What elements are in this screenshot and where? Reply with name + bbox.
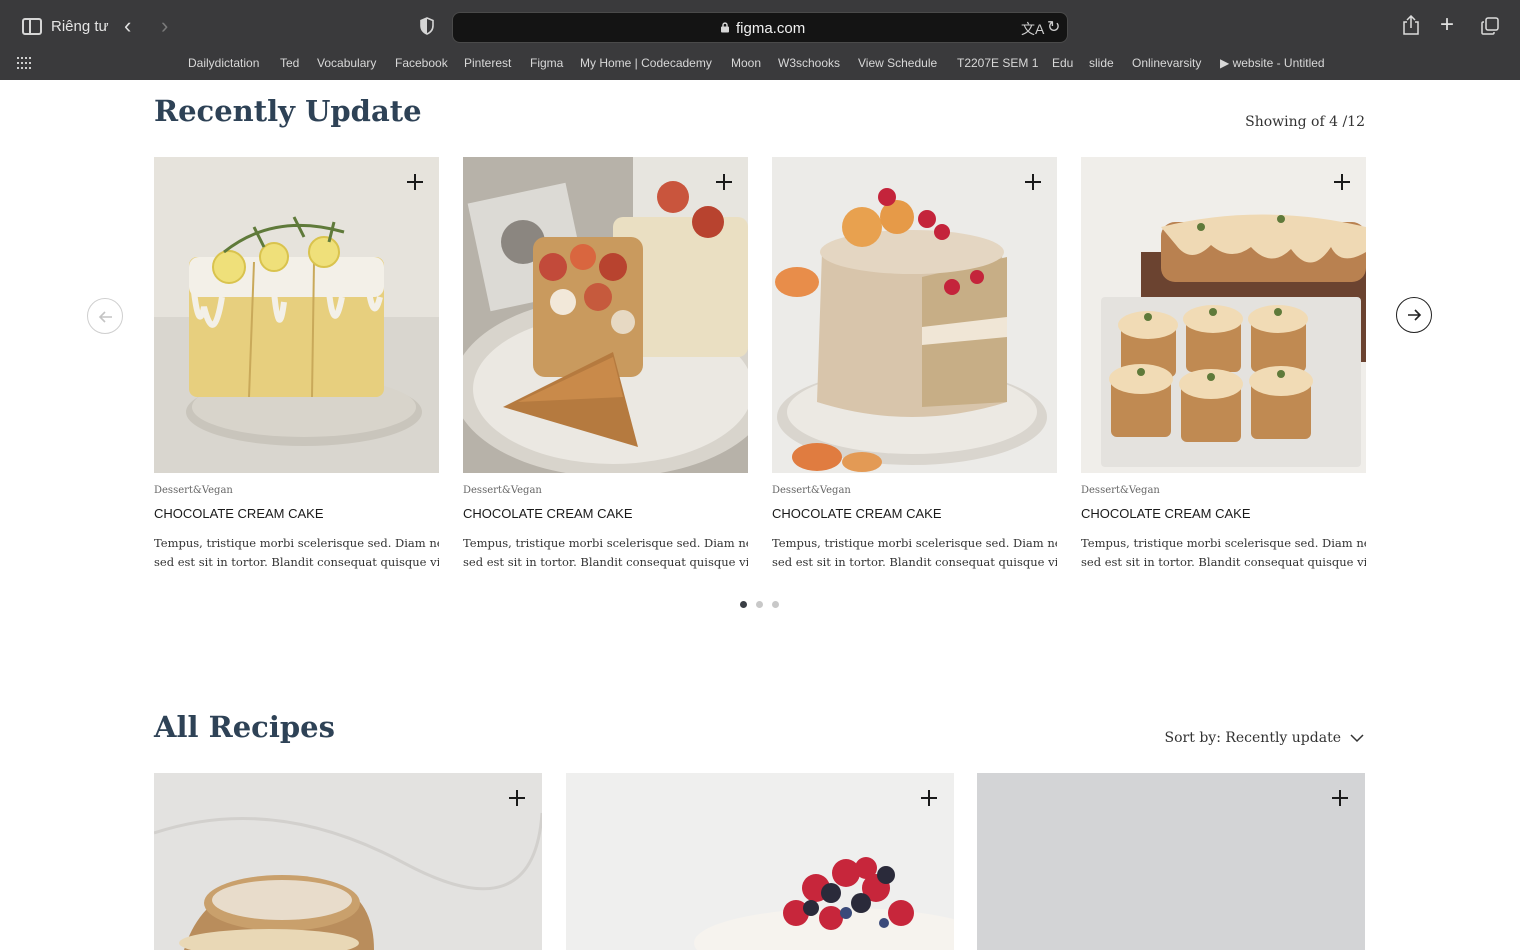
glazed-loaf-image bbox=[1081, 157, 1366, 473]
recipe-tile[interactable] bbox=[566, 773, 954, 950]
bookmark-item[interactable]: T2207E SEM 1 bbox=[957, 56, 1038, 70]
card-description: Tempus, tristique morbi scelerisque sed.… bbox=[1081, 536, 1366, 569]
plus-icon[interactable] bbox=[1332, 172, 1352, 192]
sidebar-icon[interactable] bbox=[22, 18, 42, 35]
pagination-dot[interactable] bbox=[772, 601, 779, 608]
forward-icon[interactable]: › bbox=[161, 14, 168, 38]
card-image[interactable] bbox=[154, 157, 439, 473]
bookmark-item[interactable]: Pinterest bbox=[464, 56, 511, 70]
card-title[interactable]: CHOCOLATE CREAM CAKE bbox=[463, 506, 633, 521]
shield-icon[interactable] bbox=[420, 17, 434, 35]
card-category: Dessert&Vegan bbox=[1081, 485, 1160, 496]
recipe-tile[interactable] bbox=[977, 773, 1365, 950]
card-image[interactable] bbox=[772, 157, 1057, 473]
card-image[interactable] bbox=[1081, 157, 1366, 473]
browser-toolbar: Riêng tư ‹ › figma.com 文A ↻ + bbox=[0, 0, 1520, 52]
arrow-right-icon bbox=[1408, 309, 1422, 321]
arrow-left-icon bbox=[98, 311, 112, 323]
all-recipes-heading: All Recipes bbox=[154, 710, 335, 744]
bookmark-item[interactable]: View Schedule bbox=[858, 56, 937, 70]
plus-icon[interactable] bbox=[919, 788, 939, 808]
share-icon[interactable] bbox=[1402, 15, 1420, 35]
url-text: figma.com bbox=[736, 20, 806, 37]
new-tab-icon[interactable]: + bbox=[1440, 12, 1454, 38]
carousel-pagination bbox=[740, 601, 790, 609]
bookmark-item[interactable]: Vocabulary bbox=[317, 56, 376, 70]
bookmark-item[interactable]: slide bbox=[1089, 56, 1114, 70]
bookmark-item[interactable]: Ted bbox=[280, 56, 299, 70]
plus-icon[interactable] bbox=[1330, 788, 1350, 808]
carousel-next-button[interactable] bbox=[1396, 297, 1432, 333]
bookmark-item[interactable]: Moon bbox=[731, 56, 761, 70]
private-label[interactable]: Riêng tư bbox=[51, 18, 109, 35]
recipe-tile[interactable] bbox=[154, 773, 542, 950]
card-description: Tempus, tristique morbi scelerisque sed.… bbox=[463, 536, 748, 569]
bookmark-item[interactable]: Figma bbox=[530, 56, 563, 70]
bookmark-item[interactable]: Edu bbox=[1052, 56, 1073, 70]
card-category: Dessert&Vegan bbox=[772, 485, 851, 496]
pagination-dot[interactable] bbox=[756, 601, 763, 608]
card-description: Tempus, tristique morbi scelerisque sed.… bbox=[772, 536, 1057, 569]
recently-update-heading: Recently Update bbox=[154, 94, 422, 128]
pagination-dot[interactable] bbox=[740, 601, 747, 608]
plus-icon[interactable] bbox=[507, 788, 527, 808]
berry-pavlova-image bbox=[566, 773, 954, 950]
back-icon[interactable]: ‹ bbox=[124, 14, 131, 38]
lemon-cake-image bbox=[154, 157, 439, 473]
card-category: Dessert&Vegan bbox=[154, 485, 233, 496]
bookmark-item[interactable]: ▶ website - Untitled bbox=[1220, 56, 1325, 70]
card-title[interactable]: CHOCOLATE CREAM CAKE bbox=[772, 506, 942, 521]
carousel-prev-button[interactable] bbox=[87, 298, 123, 334]
card-title[interactable]: CHOCOLATE CREAM CAKE bbox=[154, 506, 324, 521]
lock-icon bbox=[721, 22, 729, 33]
card-category: Dessert&Vegan bbox=[463, 485, 542, 496]
address-bar[interactable]: figma.com 文A ↻ bbox=[452, 12, 1068, 43]
bookmark-item[interactable]: Facebook bbox=[395, 56, 448, 70]
peach-cake-image bbox=[772, 157, 1057, 473]
tabs-overview-icon[interactable] bbox=[1481, 17, 1499, 35]
plus-icon[interactable] bbox=[405, 172, 425, 192]
apps-grid-icon[interactable] bbox=[17, 57, 31, 69]
reload-icon[interactable]: ↻ bbox=[1047, 17, 1060, 37]
browser-chrome: Riêng tư ‹ › figma.com 文A ↻ + Dailydicta… bbox=[0, 0, 1520, 80]
bookmark-item[interactable]: W3schooks bbox=[778, 56, 840, 70]
plus-icon[interactable] bbox=[714, 172, 734, 192]
showing-count: Showing of 4 /12 bbox=[1245, 114, 1365, 130]
card-image[interactable] bbox=[463, 157, 748, 473]
sort-dropdown[interactable]: Sort by: Recently update bbox=[1140, 730, 1365, 746]
cream-puff-image bbox=[154, 773, 542, 950]
bookmark-item[interactable]: My Home | Codecademy bbox=[580, 56, 712, 70]
translate-icon[interactable]: 文A bbox=[1021, 19, 1044, 39]
bookmark-item[interactable]: Dailydictation bbox=[188, 56, 259, 70]
grey-dessert-image bbox=[977, 773, 1365, 950]
card-title[interactable]: CHOCOLATE CREAM CAKE bbox=[1081, 506, 1251, 521]
bookmarks-bar: Dailydictation Ted Vocabulary Facebook P… bbox=[0, 52, 1520, 76]
fig-tart-image bbox=[463, 157, 748, 473]
chevron-down-icon[interactable] bbox=[1350, 733, 1364, 743]
bookmark-item[interactable]: Onlinevarsity bbox=[1132, 56, 1201, 70]
plus-icon[interactable] bbox=[1023, 172, 1043, 192]
card-description: Tempus, tristique morbi scelerisque sed.… bbox=[154, 536, 439, 569]
